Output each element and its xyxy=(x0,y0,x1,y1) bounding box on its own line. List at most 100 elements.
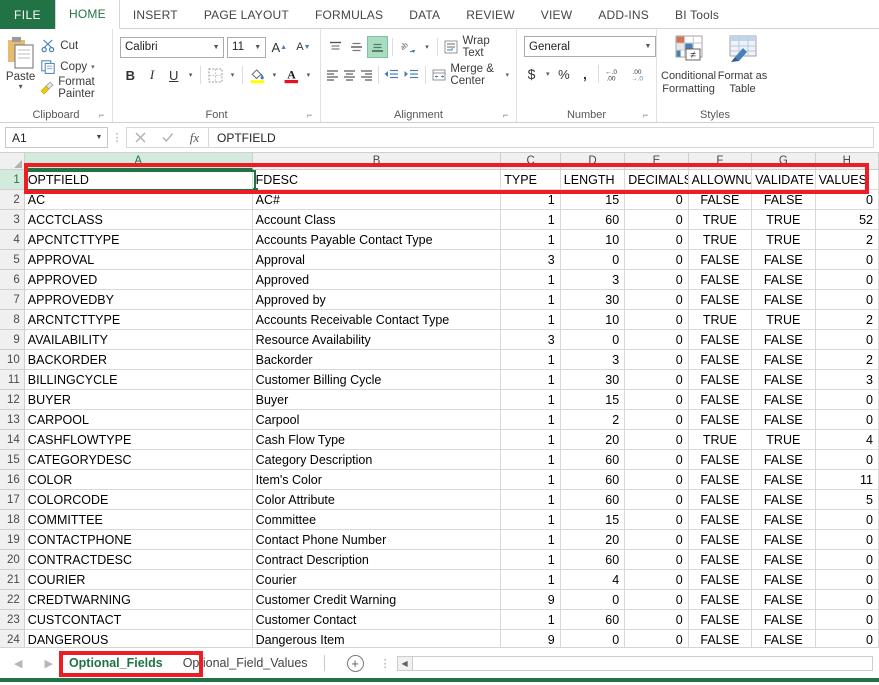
cell-G9[interactable]: FALSE xyxy=(752,330,816,350)
cell-G5[interactable]: FALSE xyxy=(752,250,816,270)
row-header-21[interactable]: 21 xyxy=(0,570,25,590)
cell-A13[interactable]: CARPOOL xyxy=(24,410,253,430)
cell-A15[interactable]: CATEGORYDESC xyxy=(24,450,253,470)
cell-E5[interactable]: 0 xyxy=(625,250,689,270)
cell-G14[interactable]: TRUE xyxy=(752,430,816,450)
increase-font-size-button[interactable]: A ▲ xyxy=(269,36,290,58)
row-header-8[interactable]: 8 xyxy=(0,310,25,330)
wrap-text-button[interactable]: Wrap Text xyxy=(441,35,512,59)
cell-E23[interactable]: 0 xyxy=(625,610,689,630)
cell-D23[interactable]: 60 xyxy=(560,610,626,630)
accounting-format-dropdown-icon[interactable]: ▾ xyxy=(542,63,553,85)
cell-F22[interactable]: FALSE xyxy=(688,590,753,610)
cell-C13[interactable]: 1 xyxy=(501,410,561,430)
cell-E2[interactable]: 0 xyxy=(625,190,689,210)
cell-E20[interactable]: 0 xyxy=(625,550,689,570)
column-header-A[interactable]: A xyxy=(24,153,253,170)
cell-B13[interactable]: Carpool xyxy=(252,410,502,430)
cell-E22[interactable]: 0 xyxy=(625,590,689,610)
cell-H16[interactable]: 11 xyxy=(815,470,879,490)
cell-H13[interactable]: 0 xyxy=(815,410,879,430)
name-box[interactable]: A1 ▼ xyxy=(5,127,108,148)
cell-F17[interactable]: FALSE xyxy=(688,490,753,510)
cell-A6[interactable]: APPROVED xyxy=(24,270,253,290)
cell-B9[interactable]: Resource Availability xyxy=(252,330,502,350)
row-header-18[interactable]: 18 xyxy=(0,510,25,530)
cell-H11[interactable]: 3 xyxy=(815,370,879,390)
cell-D3[interactable]: 60 xyxy=(560,210,626,230)
paste-dropdown-icon[interactable]: ▾ xyxy=(19,83,23,91)
column-header-D[interactable]: D xyxy=(560,153,626,170)
cell-C20[interactable]: 1 xyxy=(501,550,561,570)
cell-C17[interactable]: 1 xyxy=(501,490,561,510)
insert-function-button[interactable]: fx xyxy=(181,128,208,147)
cell-F4[interactable]: TRUE xyxy=(688,230,753,250)
cell-F9[interactable]: FALSE xyxy=(688,330,753,350)
cell-E19[interactable]: 0 xyxy=(625,530,689,550)
cell-H23[interactable]: 0 xyxy=(815,610,879,630)
cell-E12[interactable]: 0 xyxy=(625,390,689,410)
cell-B16[interactable]: Item's Color xyxy=(252,470,502,490)
confirm-entry-button[interactable] xyxy=(154,128,181,147)
row-header-23[interactable]: 23 xyxy=(0,610,25,630)
underline-dropdown-icon[interactable]: ▾ xyxy=(185,64,196,86)
cell-E10[interactable]: 0 xyxy=(625,350,689,370)
cell-G18[interactable]: FALSE xyxy=(752,510,816,530)
column-header-C[interactable]: C xyxy=(501,153,561,170)
row-header-6[interactable]: 6 xyxy=(0,270,25,290)
row-header-12[interactable]: 12 xyxy=(0,390,25,410)
row-header-5[interactable]: 5 xyxy=(0,250,25,270)
cell-A5[interactable]: APPROVAL xyxy=(24,250,253,270)
cell-A21[interactable]: COURIER xyxy=(24,570,253,590)
cell-A9[interactable]: AVAILABILITY xyxy=(24,330,253,350)
cell-E14[interactable]: 0 xyxy=(625,430,689,450)
row-header-17[interactable]: 17 xyxy=(0,490,25,510)
cell-A19[interactable]: CONTACTPHONE xyxy=(24,530,253,550)
horizontal-scrollbar[interactable]: ◀ xyxy=(396,655,873,671)
cell-D17[interactable]: 60 xyxy=(560,490,626,510)
cell-G24[interactable]: FALSE xyxy=(752,630,816,647)
cell-A3[interactable]: ACCTCLASS xyxy=(24,210,253,230)
cell-F5[interactable]: FALSE xyxy=(688,250,753,270)
cell-D21[interactable]: 4 xyxy=(560,570,626,590)
tab-add-ins[interactable]: ADD-INS xyxy=(585,0,662,29)
cell-G22[interactable]: FALSE xyxy=(752,590,816,610)
cell-G17[interactable]: FALSE xyxy=(752,490,816,510)
align-middle-button[interactable] xyxy=(346,36,366,58)
cell-B1[interactable]: FDESC xyxy=(252,170,502,190)
cell-D13[interactable]: 2 xyxy=(560,410,626,430)
cell-E16[interactable]: 0 xyxy=(625,470,689,490)
orientation-button[interactable]: ab xyxy=(397,36,421,58)
tab-review[interactable]: REVIEW xyxy=(453,0,528,29)
sheet-tab-overflow-icon[interactable]: ⋮ xyxy=(380,657,391,670)
cell-D11[interactable]: 30 xyxy=(560,370,626,390)
cell-H17[interactable]: 5 xyxy=(815,490,879,510)
cell-E21[interactable]: 0 xyxy=(625,570,689,590)
cell-D7[interactable]: 30 xyxy=(560,290,626,310)
align-center-button[interactable] xyxy=(342,64,358,86)
cell-G8[interactable]: TRUE xyxy=(752,310,816,330)
cell-B7[interactable]: Approved by xyxy=(252,290,502,310)
cell-A7[interactable]: APPROVEDBY xyxy=(24,290,253,310)
row-header-15[interactable]: 15 xyxy=(0,450,25,470)
cell-F7[interactable]: FALSE xyxy=(688,290,753,310)
cell-G2[interactable]: FALSE xyxy=(752,190,816,210)
cell-C23[interactable]: 1 xyxy=(501,610,561,630)
tab-bi-tools[interactable]: BI Tools xyxy=(662,0,732,29)
cell-E4[interactable]: 0 xyxy=(625,230,689,250)
fill-color-button[interactable] xyxy=(247,64,268,86)
cell-C16[interactable]: 1 xyxy=(501,470,561,490)
name-box-dropdown-icon[interactable]: ▼ xyxy=(91,134,107,141)
row-header-11[interactable]: 11 xyxy=(0,370,25,390)
clipboard-dialog-launcher-icon[interactable]: ⌐ xyxy=(99,111,108,120)
number-dialog-launcher-icon[interactable]: ⌐ xyxy=(643,111,652,120)
cell-F16[interactable]: FALSE xyxy=(688,470,753,490)
cell-C6[interactable]: 1 xyxy=(501,270,561,290)
cell-G6[interactable]: FALSE xyxy=(752,270,816,290)
cell-D2[interactable]: 15 xyxy=(560,190,626,210)
row-header-1[interactable]: 1 xyxy=(0,170,25,190)
cell-B24[interactable]: Dangerous Item xyxy=(253,630,502,647)
tab-view[interactable]: VIEW xyxy=(528,0,585,29)
cell-H4[interactable]: 2 xyxy=(815,230,879,250)
cell-H1[interactable]: VALUES xyxy=(815,170,879,190)
